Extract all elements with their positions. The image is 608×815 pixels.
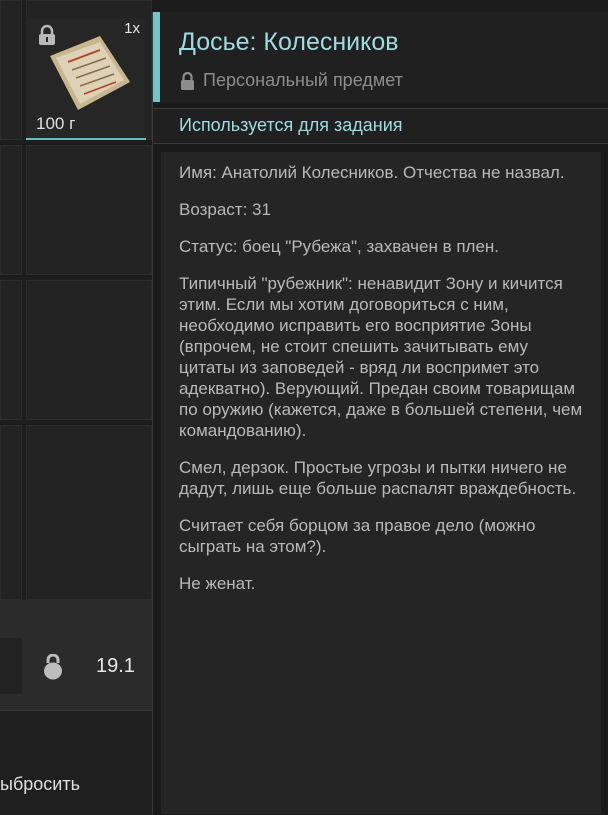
inventory-cell[interactable] [0,145,22,275]
description-paragraph: Считает себя борцом за правое дело (можн… [179,516,536,556]
item-name: Досье: Колесников [179,28,399,56]
description-paragraph: Не женат. [179,574,256,593]
lock-icon [181,71,194,90]
tooltip-header: Досье: Колесников Персональный предмет [153,12,608,102]
lock-icon [39,24,55,45]
description-paragraph: Типичный "рубежник": ненавидит Зону и ки… [179,274,583,440]
inventory-cell[interactable] [26,280,152,420]
item-quantity: 1x [124,20,140,37]
kettlebell-icon [44,654,62,680]
inventory-cell[interactable] [26,145,152,275]
inventory-grid: 1x 100 г [0,0,152,600]
total-weight: 19.1 [96,655,135,677]
quest-label: Используется для задания [179,115,403,135]
item-weight: 100 г [36,114,76,133]
inventory-cell[interactable] [0,425,22,600]
quest-item-banner: Используется для задания [153,108,608,144]
item-slot-dossier[interactable]: 1x 100 г [26,18,146,140]
description-paragraph: Смел, дерзок. Простые угрозы и пытки нич… [179,458,577,498]
drop-button[interactable]: ыбросить [0,774,152,795]
item-description: Имя: Анатолий Колесников. Отчества не на… [161,152,601,814]
description-paragraph: Статус: боец "Рубежа", захвачен в плен. [179,237,500,256]
item-subtitle: Персональный предмет [203,70,403,90]
accent-bar [153,12,160,102]
inventory-cell[interactable] [0,0,22,140]
inventory-cell[interactable] [26,425,152,600]
item-tooltip: Досье: Колесников Персональный предмет И… [152,12,608,814]
description-paragraph: Имя: Анатолий Колесников. Отчества не на… [179,163,565,182]
inventory-cell[interactable] [0,280,22,420]
weight-panel: 19.1 [0,600,152,710]
weight-panel-edge [0,638,22,694]
drop-panel [0,710,152,815]
description-paragraph: Возраст: 31 [179,200,271,219]
